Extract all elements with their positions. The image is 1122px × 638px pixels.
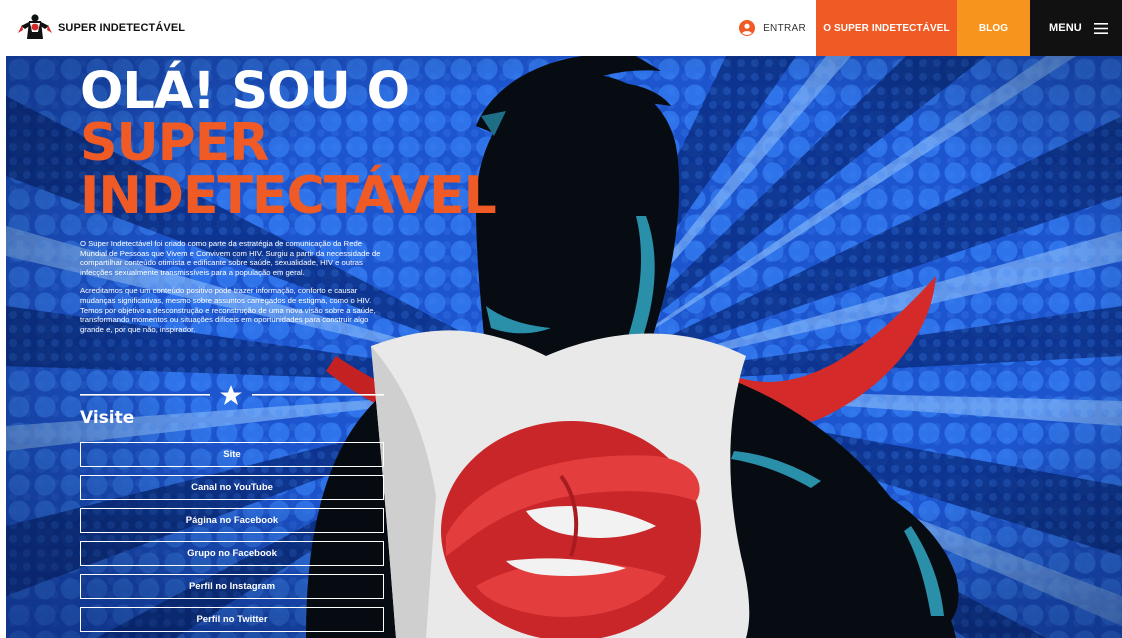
hero-title-line-3: INDETECTÁVEL [80, 165, 497, 226]
star-icon [220, 385, 242, 405]
nav-item-blog[interactable]: BLOG [957, 0, 1030, 56]
link-instagram-profile[interactable]: Perfil no Instagram [80, 574, 384, 599]
link-facebook-group[interactable]: Grupo no Facebook [80, 541, 384, 566]
brand-home-link[interactable]: SUPER INDETECTÁVEL [18, 0, 185, 56]
user-avatar-icon [739, 20, 756, 36]
link-twitter-profile[interactable]: Perfil no Twitter [80, 607, 384, 632]
nav-item-o-super-indetectavel[interactable]: O SUPER INDETECTÁVEL [816, 0, 957, 56]
visit-links-list: Site Canal no YouTube Página no Facebook… [80, 442, 384, 638]
login-button[interactable]: ENTRAR [739, 0, 816, 56]
main-navigation: ENTRAR O SUPER INDETECTÁVEL BLOG MENU [739, 0, 1122, 56]
nav-item-label: O SUPER INDETECTÁVEL [823, 22, 950, 34]
link-facebook-page[interactable]: Página no Facebook [80, 508, 384, 533]
hero-title-line-1: OLÁ! SOU O [80, 62, 410, 121]
link-site[interactable]: Site [80, 442, 384, 467]
hero-paragraph-1: O Super Indetectável foi criado como par… [80, 239, 381, 277]
visit-heading: Visite [80, 408, 135, 428]
top-navigation-bar: SUPER INDETECTÁVEL ENTRAR O SUPER INDETE… [0, 0, 1122, 56]
login-label: ENTRAR [763, 22, 806, 34]
menu-button[interactable]: MENU [1030, 0, 1122, 56]
menu-label: MENU [1049, 22, 1082, 34]
hero-description: O Super Indetectável foi criado como par… [80, 239, 385, 334]
star-divider [80, 385, 384, 405]
nav-item-label: BLOG [978, 22, 1009, 34]
hero-section: OLÁ! SOU O SUPER INDETECTÁVEL O Super In… [6, 56, 1122, 638]
hero-title: OLÁ! SOU O SUPER INDETECTÁVEL [80, 62, 497, 226]
link-youtube-channel[interactable]: Canal no YouTube [80, 475, 384, 500]
brand-name: SUPER INDETECTÁVEL [58, 22, 186, 34]
hero-paragraph-2: Acreditamos que um conteúdo positivo pod… [80, 286, 376, 334]
superhero-logo-icon [18, 14, 52, 39]
hamburger-icon [1093, 22, 1108, 34]
hero-title-line-2: SUPER [80, 113, 269, 174]
